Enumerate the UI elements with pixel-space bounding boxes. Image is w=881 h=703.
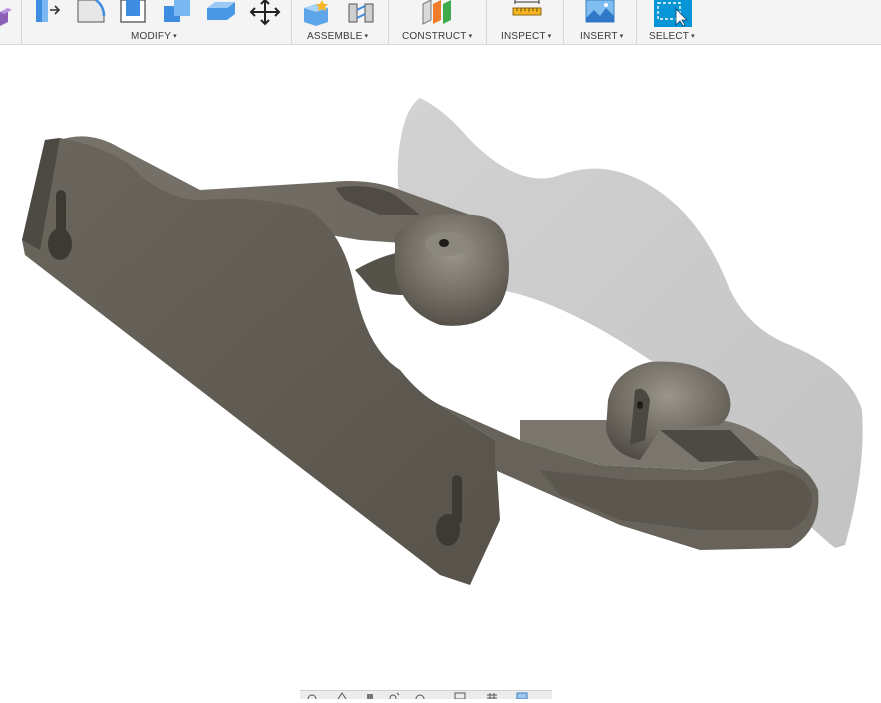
select-menu[interactable]: SELECT ▾ xyxy=(649,31,695,42)
select-label: SELECT xyxy=(649,31,690,42)
measure-icon[interactable] xyxy=(512,0,544,26)
solid-create-icon[interactable] xyxy=(0,4,12,26)
construct-menu[interactable]: CONSTRUCT ▾ xyxy=(402,31,472,42)
bracket-3d-model[interactable] xyxy=(0,45,881,698)
insert-image-icon[interactable] xyxy=(585,0,617,26)
new-component-icon[interactable] xyxy=(302,0,334,26)
press-pull-icon[interactable] xyxy=(33,0,63,26)
assemble-menu[interactable]: ASSEMBLE ▾ xyxy=(307,31,368,42)
separator xyxy=(21,0,22,44)
modify-caret-icon: ▾ xyxy=(173,33,177,40)
offset-face-icon[interactable] xyxy=(205,0,237,26)
fillet-icon[interactable] xyxy=(76,0,106,26)
select-icon[interactable] xyxy=(654,0,692,27)
offset-plane-icon[interactable] xyxy=(421,0,455,26)
assemble-label: ASSEMBLE xyxy=(307,31,363,42)
joint-icon[interactable] xyxy=(346,0,378,26)
modify-menu[interactable]: MODIFY ▾ xyxy=(131,31,177,42)
separator xyxy=(636,0,637,44)
insert-caret-icon: ▾ xyxy=(619,33,624,40)
canvas-viewport[interactable] xyxy=(0,45,881,698)
shell-icon[interactable] xyxy=(119,0,149,26)
separator xyxy=(388,0,389,44)
inspect-label: INSPECT xyxy=(501,31,546,42)
separator xyxy=(486,0,487,44)
assemble-caret-icon: ▾ xyxy=(364,33,369,40)
inspect-menu[interactable]: INSPECT ▾ xyxy=(501,31,551,42)
combine-icon[interactable] xyxy=(162,0,194,26)
insert-menu[interactable]: INSERT ▾ xyxy=(580,31,623,42)
separator xyxy=(291,0,292,44)
modify-label: MODIFY xyxy=(131,31,172,42)
separator xyxy=(563,0,564,44)
insert-label: INSERT xyxy=(580,31,618,42)
inspect-caret-icon: ▾ xyxy=(547,33,552,40)
move-icon[interactable] xyxy=(248,0,282,26)
construct-label: CONSTRUCT xyxy=(402,31,467,42)
select-caret-icon: ▾ xyxy=(691,33,695,40)
construct-caret-icon: ▾ xyxy=(468,33,473,40)
toolbar: MODIFY ▾ ASSEMBLE ▾ CONSTRUCT ▾ INSPECT ▾ IN… xyxy=(0,0,881,45)
